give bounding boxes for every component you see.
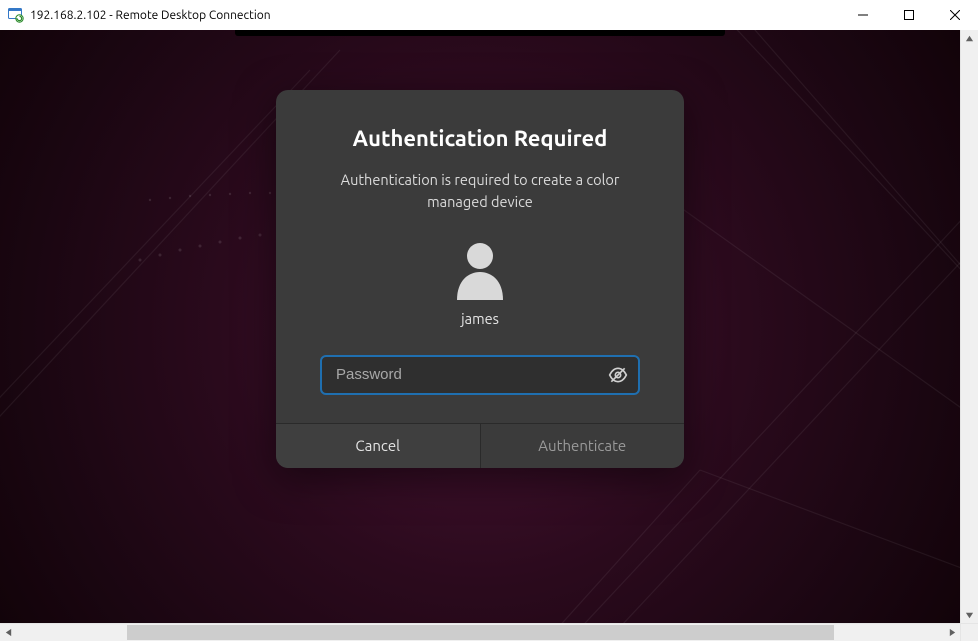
- remote-desktop: Authentication Required Authentication i…: [0, 30, 960, 624]
- horizontal-scroll-thumb[interactable]: [127, 625, 834, 640]
- remote-connection-bar[interactable]: [235, 30, 725, 36]
- minimize-button[interactable]: [840, 0, 886, 30]
- window-title: 192.168.2.102 - Remote Desktop Connectio…: [30, 9, 271, 22]
- vertical-scrollbar[interactable]: [960, 30, 978, 624]
- horizontal-scrollbar[interactable]: [0, 623, 978, 641]
- scroll-corner: [960, 623, 978, 641]
- user-avatar-icon: [324, 240, 636, 300]
- scroll-left-icon[interactable]: [0, 624, 17, 641]
- cancel-button-label: Cancel: [355, 437, 400, 454]
- scroll-up-icon[interactable]: [961, 30, 978, 47]
- username-label: james: [324, 310, 636, 327]
- scroll-right-icon[interactable]: [944, 624, 961, 641]
- scroll-down-icon[interactable]: [961, 607, 978, 624]
- cancel-button[interactable]: Cancel: [276, 424, 481, 468]
- toggle-password-visibility-icon[interactable]: [604, 361, 632, 389]
- maximize-button[interactable]: [886, 0, 932, 30]
- authenticate-button[interactable]: Authenticate: [481, 424, 685, 468]
- dialog-message: Authentication is required to create a c…: [324, 169, 636, 214]
- rdp-icon: [8, 7, 24, 23]
- window-titlebar: 192.168.2.102 - Remote Desktop Connectio…: [0, 0, 978, 31]
- authenticate-button-label: Authenticate: [538, 437, 626, 454]
- auth-dialog: Authentication Required Authentication i…: [276, 90, 684, 468]
- dialog-title: Authentication Required: [324, 126, 636, 151]
- window-controls: [840, 0, 978, 30]
- close-button[interactable]: [932, 0, 978, 30]
- password-input[interactable]: [320, 355, 640, 395]
